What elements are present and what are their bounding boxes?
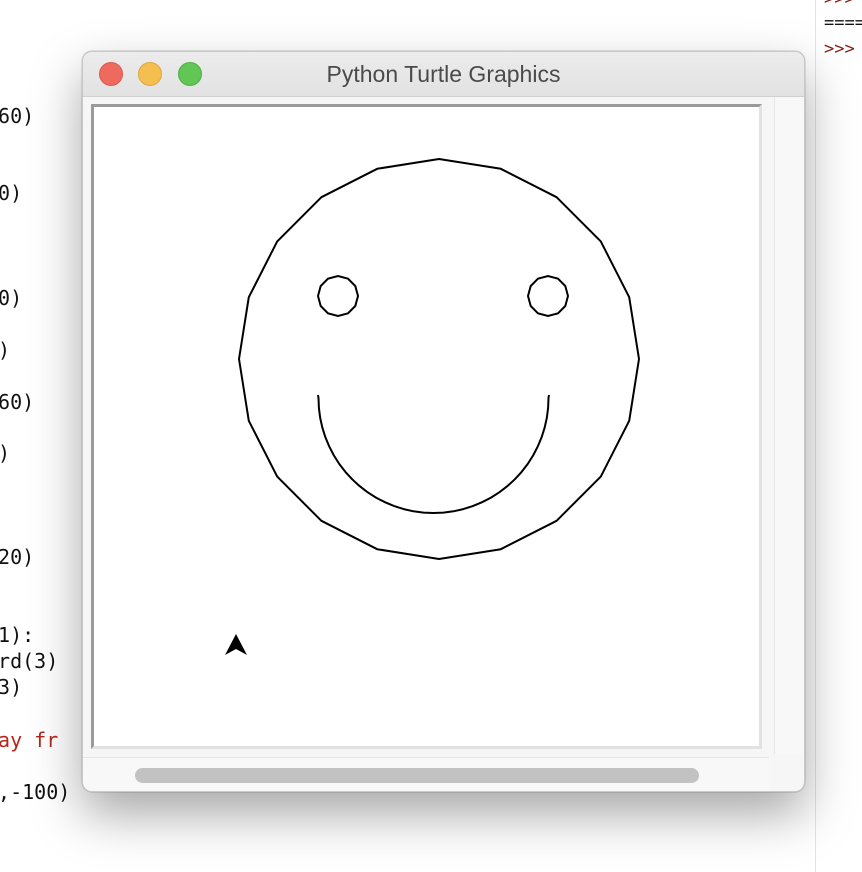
right-eye — [526, 274, 570, 318]
horizontal-scrollbar[interactable] — [83, 757, 769, 791]
code-line: -60) — [0, 104, 35, 128]
code-line: ,20) — [0, 545, 35, 569]
turtle-graphics-window: Python Turtle Graphics — [82, 51, 805, 792]
code-line: 61): — [0, 623, 35, 647]
window-title: Python Turtle Graphics — [326, 61, 561, 87]
horizontal-scrollbar-thumb[interactable] — [135, 768, 699, 783]
code-line: 0,-100) — [0, 780, 71, 804]
code-line: ,60) — [0, 390, 35, 414]
shell-line: >>> — [824, 39, 855, 59]
vertical-scrollbar[interactable] — [774, 97, 803, 754]
code-line: 0) — [0, 441, 10, 465]
code-line: 0) — [0, 338, 10, 362]
turtle-canvas[interactable] — [91, 104, 762, 749]
face-outline — [238, 158, 640, 560]
shell-line: ==== — [824, 13, 862, 33]
left-eye — [316, 274, 360, 318]
code-line: (3) — [0, 675, 23, 699]
turtle-drawing — [225, 158, 640, 655]
smile-mouth — [317, 394, 550, 514]
shell-line: >>> — [824, 0, 855, 10]
arrow-up-icon — [225, 634, 247, 655]
window-titlebar[interactable]: Python Turtle Graphics — [83, 52, 804, 97]
code-line: 00) — [0, 181, 23, 205]
python-shell-background: >>> ==== >>> — [815, 0, 862, 872]
code-line: 60) — [0, 286, 23, 310]
code-line: way fr — [0, 728, 59, 752]
code-line: ard(3) — [0, 649, 59, 673]
